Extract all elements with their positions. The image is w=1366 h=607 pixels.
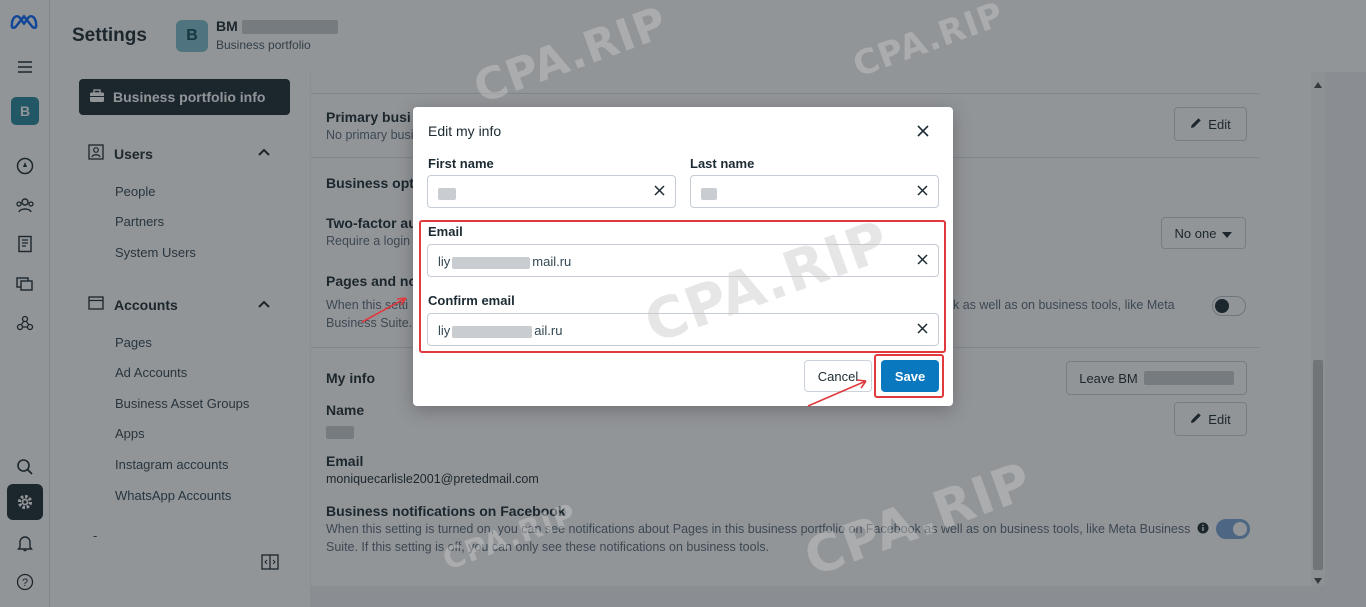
last-name-input[interactable] [690,175,939,208]
confirm-email-label: Confirm email [428,293,515,308]
clear-input-icon[interactable] [917,321,928,338]
email-label: Email [428,224,463,239]
confirm-email-prefix: liy [438,323,451,338]
confirm-email-input[interactable]: liy ail.ru [427,313,939,346]
close-icon[interactable] [917,121,929,142]
email-input[interactable]: liy mail.ru [427,244,939,277]
clear-input-icon[interactable] [654,183,665,200]
confirm-email-suffix: ail.ru [534,323,563,338]
first-name-input[interactable] [427,175,676,208]
clear-input-icon[interactable] [917,252,928,269]
last-name-label: Last name [690,156,755,171]
email-prefix: liy [438,254,451,269]
cancel-button[interactable]: Cancel [804,360,872,392]
email-suffix: mail.ru [532,254,572,269]
first-name-label: First name [428,156,494,171]
save-button[interactable]: Save [881,360,939,392]
dialog-title: Edit my info [428,123,502,139]
edit-my-info-dialog: Edit my info First name Last name Email … [413,107,953,406]
clear-input-icon[interactable] [917,183,928,200]
